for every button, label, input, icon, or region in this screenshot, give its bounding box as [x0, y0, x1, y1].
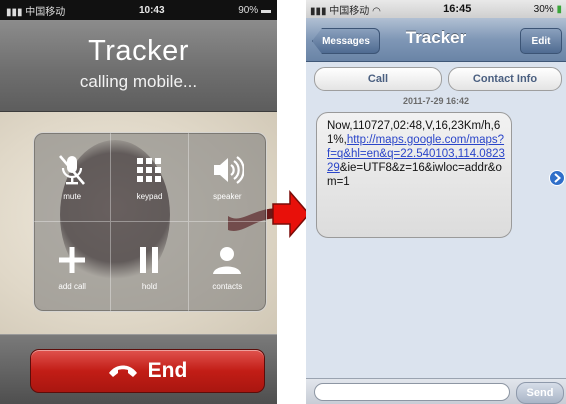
- contacts-button[interactable]: contacts: [189, 222, 266, 311]
- mute-label: mute: [63, 192, 82, 201]
- send-button[interactable]: Send: [516, 382, 564, 404]
- keypad-icon: [137, 158, 162, 182]
- speaker-icon: [214, 156, 245, 184]
- battery-icon: ▮: [556, 3, 562, 15]
- end-call-label: End: [147, 359, 188, 382]
- end-call-button[interactable]: End: [30, 349, 265, 393]
- conversation-title: Tracker: [405, 28, 467, 47]
- call-options-panel: mute keypad speaker add call hold contac…: [33, 132, 267, 312]
- hold-icon: [140, 246, 159, 273]
- screenshot-composite: ▮▮▮ 中国移动 10:43 90% ▬ Tracker calling mob…: [0, 0, 566, 404]
- edit-button[interactable]: Edit: [520, 28, 562, 54]
- message-bubble: Now,110727,02:48,V,16,23Km/h,61%,http://…: [316, 112, 512, 238]
- clock-label: 16:45: [443, 3, 472, 15]
- contact-info-button[interactable]: Contact Info: [448, 67, 562, 91]
- message-text-suffix: &ie=UTF8&z=16&iwloc=addr&om=1: [327, 162, 502, 188]
- contacts-label: contacts: [212, 281, 243, 291]
- add-call-icon: [59, 246, 86, 273]
- mute-button[interactable]: mute: [34, 133, 112, 222]
- add-call-label: add call: [58, 281, 86, 291]
- speaker-label: speaker: [213, 192, 242, 201]
- sms-status-bar: ▮▮▮ 中国移动 ◠ 16:45 30% ▮: [306, 0, 566, 18]
- red-arrow-icon: [272, 190, 310, 238]
- message-input[interactable]: [314, 383, 510, 401]
- wifi-icon: ◠: [372, 5, 381, 17]
- phone-hangup-icon: [108, 365, 137, 377]
- carrier-label: 中国移动: [329, 5, 370, 17]
- battery-label: 30%: [533, 3, 554, 15]
- sms-nav-bar: Messages Tracker Edit: [306, 18, 566, 62]
- contacts-icon: [213, 246, 242, 274]
- battery-icon: ▬: [260, 4, 271, 16]
- call-button[interactable]: Call: [314, 67, 442, 91]
- call-status-text: calling mobile...: [79, 72, 198, 91]
- signal-carrier: ▮▮▮ 中国移动: [6, 3, 65, 18]
- disclosure-arrow-icon[interactable]: [549, 170, 565, 186]
- mute-icon: [59, 155, 86, 185]
- add-call-button[interactable]: add call: [34, 222, 112, 311]
- keypad-label: keypad: [136, 192, 163, 201]
- keypad-button[interactable]: keypad: [111, 133, 189, 222]
- signal-icon: ▮▮▮: [6, 6, 26, 18]
- hold-button[interactable]: hold: [111, 222, 189, 311]
- call-header: Tracker calling mobile...: [0, 20, 277, 112]
- call-screen: ▮▮▮ 中国移动 10:43 90% ▬ Tracker calling mob…: [0, 0, 277, 404]
- carrier-label: 中国移动: [25, 6, 66, 18]
- compose-bar: Send: [306, 378, 566, 404]
- battery-indicator: 30% ▮: [534, 4, 562, 15]
- contact-name: Tracker: [88, 35, 189, 67]
- call-status-bar: ▮▮▮ 中国移动 10:43 90% ▬: [0, 0, 277, 20]
- back-to-messages-button[interactable]: Messages: [312, 28, 380, 54]
- clock-label: 10:43: [138, 4, 165, 16]
- hold-label: hold: [141, 281, 158, 291]
- battery-label: 90%: [238, 4, 259, 16]
- sms-screen: ▮▮▮ 中国移动 ◠ 16:45 30% ▮ Messages Tracker …: [306, 0, 566, 404]
- signal-carrier: ▮▮▮ 中国移动 ◠: [310, 2, 381, 17]
- battery-indicator: 90% ▬: [238, 5, 271, 16]
- message-timestamp: 2011-7-29 16:42: [402, 96, 470, 106]
- signal-icon: ▮▮▮: [310, 5, 330, 17]
- speaker-button[interactable]: speaker: [188, 133, 266, 222]
